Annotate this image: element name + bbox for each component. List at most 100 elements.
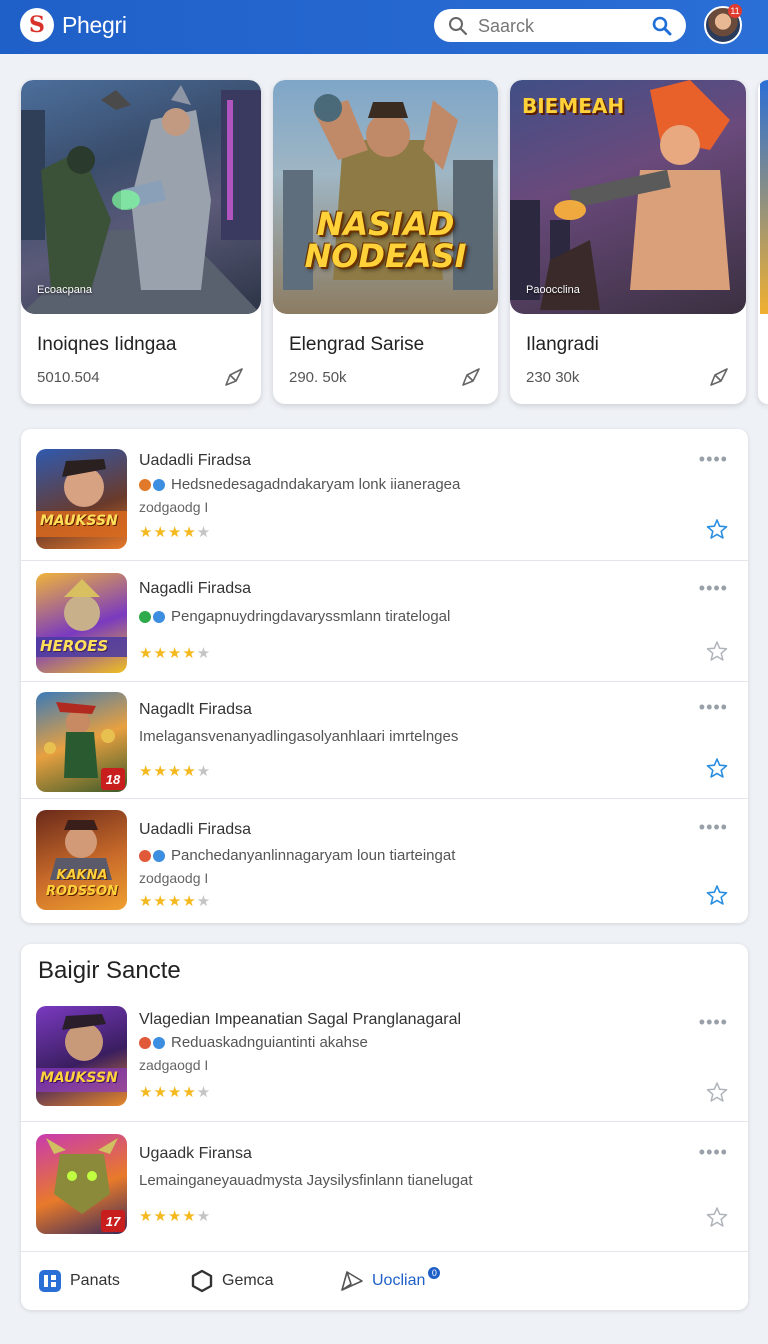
search-input[interactable] [478,14,638,38]
app-list: MAUKSSN Uadadli Firadsa Hedsnedesagadnda… [21,429,748,923]
featured-card[interactable]: NASIAD NODEASI Elengrad Sarise 290. 50k [273,80,498,404]
tag-dots [139,477,167,494]
list-item[interactable]: KAKNA RODSSON Uadadli Firadsa Panchedany… [21,799,748,923]
star-rating: ★★★★★ [139,645,212,662]
share-icon[interactable] [460,366,482,388]
favorite-star-icon[interactable] [706,884,728,906]
featured-illustration [283,94,493,290]
more-options-icon[interactable]: •••• [699,697,728,718]
featured-art: NASIAD NODEASI [273,80,498,314]
share-icon[interactable] [708,366,730,388]
item-title: Nagadlt Firadsa [139,701,252,718]
item-title: Uadadli Firadsa [139,821,252,838]
item-subtitle: zodgaodg I [139,499,209,515]
list-item[interactable]: MAUKSSN Vlagedian Impeanatian Sagal Pran… [21,996,748,1122]
bottom-tab-bar: Panats Gemca Uoclian 0 [21,1251,748,1309]
item-subtitle: zadgaogd I [139,1057,209,1073]
send-icon [341,1271,363,1291]
list-item[interactable]: HEROES Nagadli Firadsa Pengapnuydringdav… [21,561,748,682]
item-description: Pengapnuydringdavaryssmlann tiratelogal [139,608,450,626]
search-icon [449,17,468,36]
featured-art-title: BIEMEAH [522,94,625,118]
tab-badge: 0 [428,1267,441,1279]
featured-art: Ecoacpana [21,80,261,314]
app-thumbnail: HEROES [36,573,127,673]
list-item[interactable]: 18 Nagadlt Firadsa Imelagansvenanyadling… [21,682,748,799]
app-thumbnail: KAKNA RODSSON [36,810,127,910]
thumbnail-art [36,579,127,657]
featured-art-label: Ecoacpana [37,284,93,296]
search-submit-icon[interactable] [652,16,672,36]
list-item[interactable]: 17 Ugaadk Firansa Lemainganeyauadmysta J… [21,1122,748,1251]
thumbnail-badge: 17 [101,1210,125,1232]
tab-label: Panats [70,1272,120,1289]
item-description: Imelagansvenanyadlingasolyanhlaari imrte… [139,728,458,745]
star-rating: ★★★★★ [139,893,212,910]
tab-gemca[interactable]: Gemca [190,1252,274,1310]
featured-art: BIEMEAH Paoocclina [510,80,746,314]
featured-name: Inoiqnes Iidngaa [37,334,177,355]
star-rating: ★★★★★ [139,524,212,541]
featured-count: 230 30k [526,369,580,386]
app-thumbnail: 17 [36,1134,127,1234]
featured-count: 5010.504 [37,369,100,386]
featured-name: Elengrad Sarise [289,334,425,355]
thumbnail-title: KAKNA RODSSON [45,868,119,899]
item-title: Ugaadk Firansa [139,1145,252,1162]
favorite-star-icon[interactable] [706,518,728,540]
item-description-text: Pengapnuydringdavaryssmlann tiratelogal [171,608,451,625]
featured-art-label: Paoocclina [526,284,580,296]
featured-card[interactable]: BIEMEAH Paoocclina Ilangradi 230 30k [510,80,746,404]
thumbnail-title: MAUKSSN [40,513,118,529]
tag-dots [139,609,167,626]
item-description: Panchedanyanlinnagaryam loun tiarteingat [139,847,455,865]
grid-app-icon [39,1270,61,1292]
item-description-text: Lemainganeyauadmysta Jaysilysfinlann tia… [139,1172,473,1189]
share-icon[interactable] [223,366,245,388]
more-options-icon[interactable]: •••• [699,817,728,838]
more-options-icon[interactable]: •••• [699,1142,728,1163]
thumbnail-art [36,1014,127,1092]
item-title: Uadadli Firadsa [139,452,252,469]
item-description: Reduaskadnguiantinti akahse [139,1034,368,1052]
more-options-icon[interactable]: •••• [699,1012,728,1033]
app-thumbnail: MAUKSSN [36,1006,127,1106]
favorite-star-icon[interactable] [706,1081,728,1103]
item-title: Vlagedian Impeanatian Sagal Pranglanagar… [139,1011,462,1028]
app-logo[interactable]: S [20,8,54,42]
tag-dots [139,848,167,865]
thumbnail-title: MAUKSSN [40,1070,118,1086]
tab-uoclian[interactable]: Uoclian 0 [340,1252,441,1310]
featured-card-peek[interactable] [758,80,768,404]
featured-count: 290. 50k [289,369,347,386]
notification-badge: 11 [728,4,742,18]
section-panel: Baigir Sancte MAUKSSN Vlagedian Impeanat… [21,944,748,1310]
featured-card[interactable]: Ecoacpana Inoiqnes Iidngaa 5010.504 [21,80,261,404]
item-description: Lemainganeyauadmysta Jaysilysfinlann tia… [139,1172,473,1189]
search-bar[interactable] [434,9,686,42]
list-item[interactable]: MAUKSSN Uadadli Firadsa Hedsnedesagadnda… [21,429,748,561]
tab-panats[interactable]: Panats [38,1252,120,1310]
favorite-star-icon[interactable] [706,640,728,662]
app-thumbnail: MAUKSSN [36,449,127,549]
app-header: S Phegri 11 [0,0,768,54]
star-rating: ★★★★★ [139,1084,212,1101]
section-title: Baigir Sancte [38,957,181,984]
item-description-text: Hedsnedesagadndakaryam lonk iianeragea [171,476,461,493]
tag-dots [139,1035,167,1052]
item-subtitle: zodgaodg I [139,870,209,886]
hexagon-icon [191,1269,213,1293]
featured-art-title: NASIAD NODEASI [304,205,467,275]
more-options-icon[interactable]: •••• [699,449,728,470]
item-title: Nagadli Firadsa [139,580,252,597]
favorite-star-icon[interactable] [706,757,728,779]
favorite-star-icon[interactable] [706,1206,728,1228]
star-rating: ★★★★★ [139,763,212,780]
tab-label: Uoclian [372,1272,426,1289]
item-description-text: Imelagansvenanyadlingasolyanhlaari imrte… [139,728,459,745]
more-options-icon[interactable]: •••• [699,578,728,599]
thumbnail-art [36,459,127,537]
tab-label: Gemca [222,1272,274,1289]
item-description-text: Reduaskadnguiantinti akahse [171,1034,368,1051]
item-description: Hedsnedesagadndakaryam lonk iianeragea [139,476,460,494]
